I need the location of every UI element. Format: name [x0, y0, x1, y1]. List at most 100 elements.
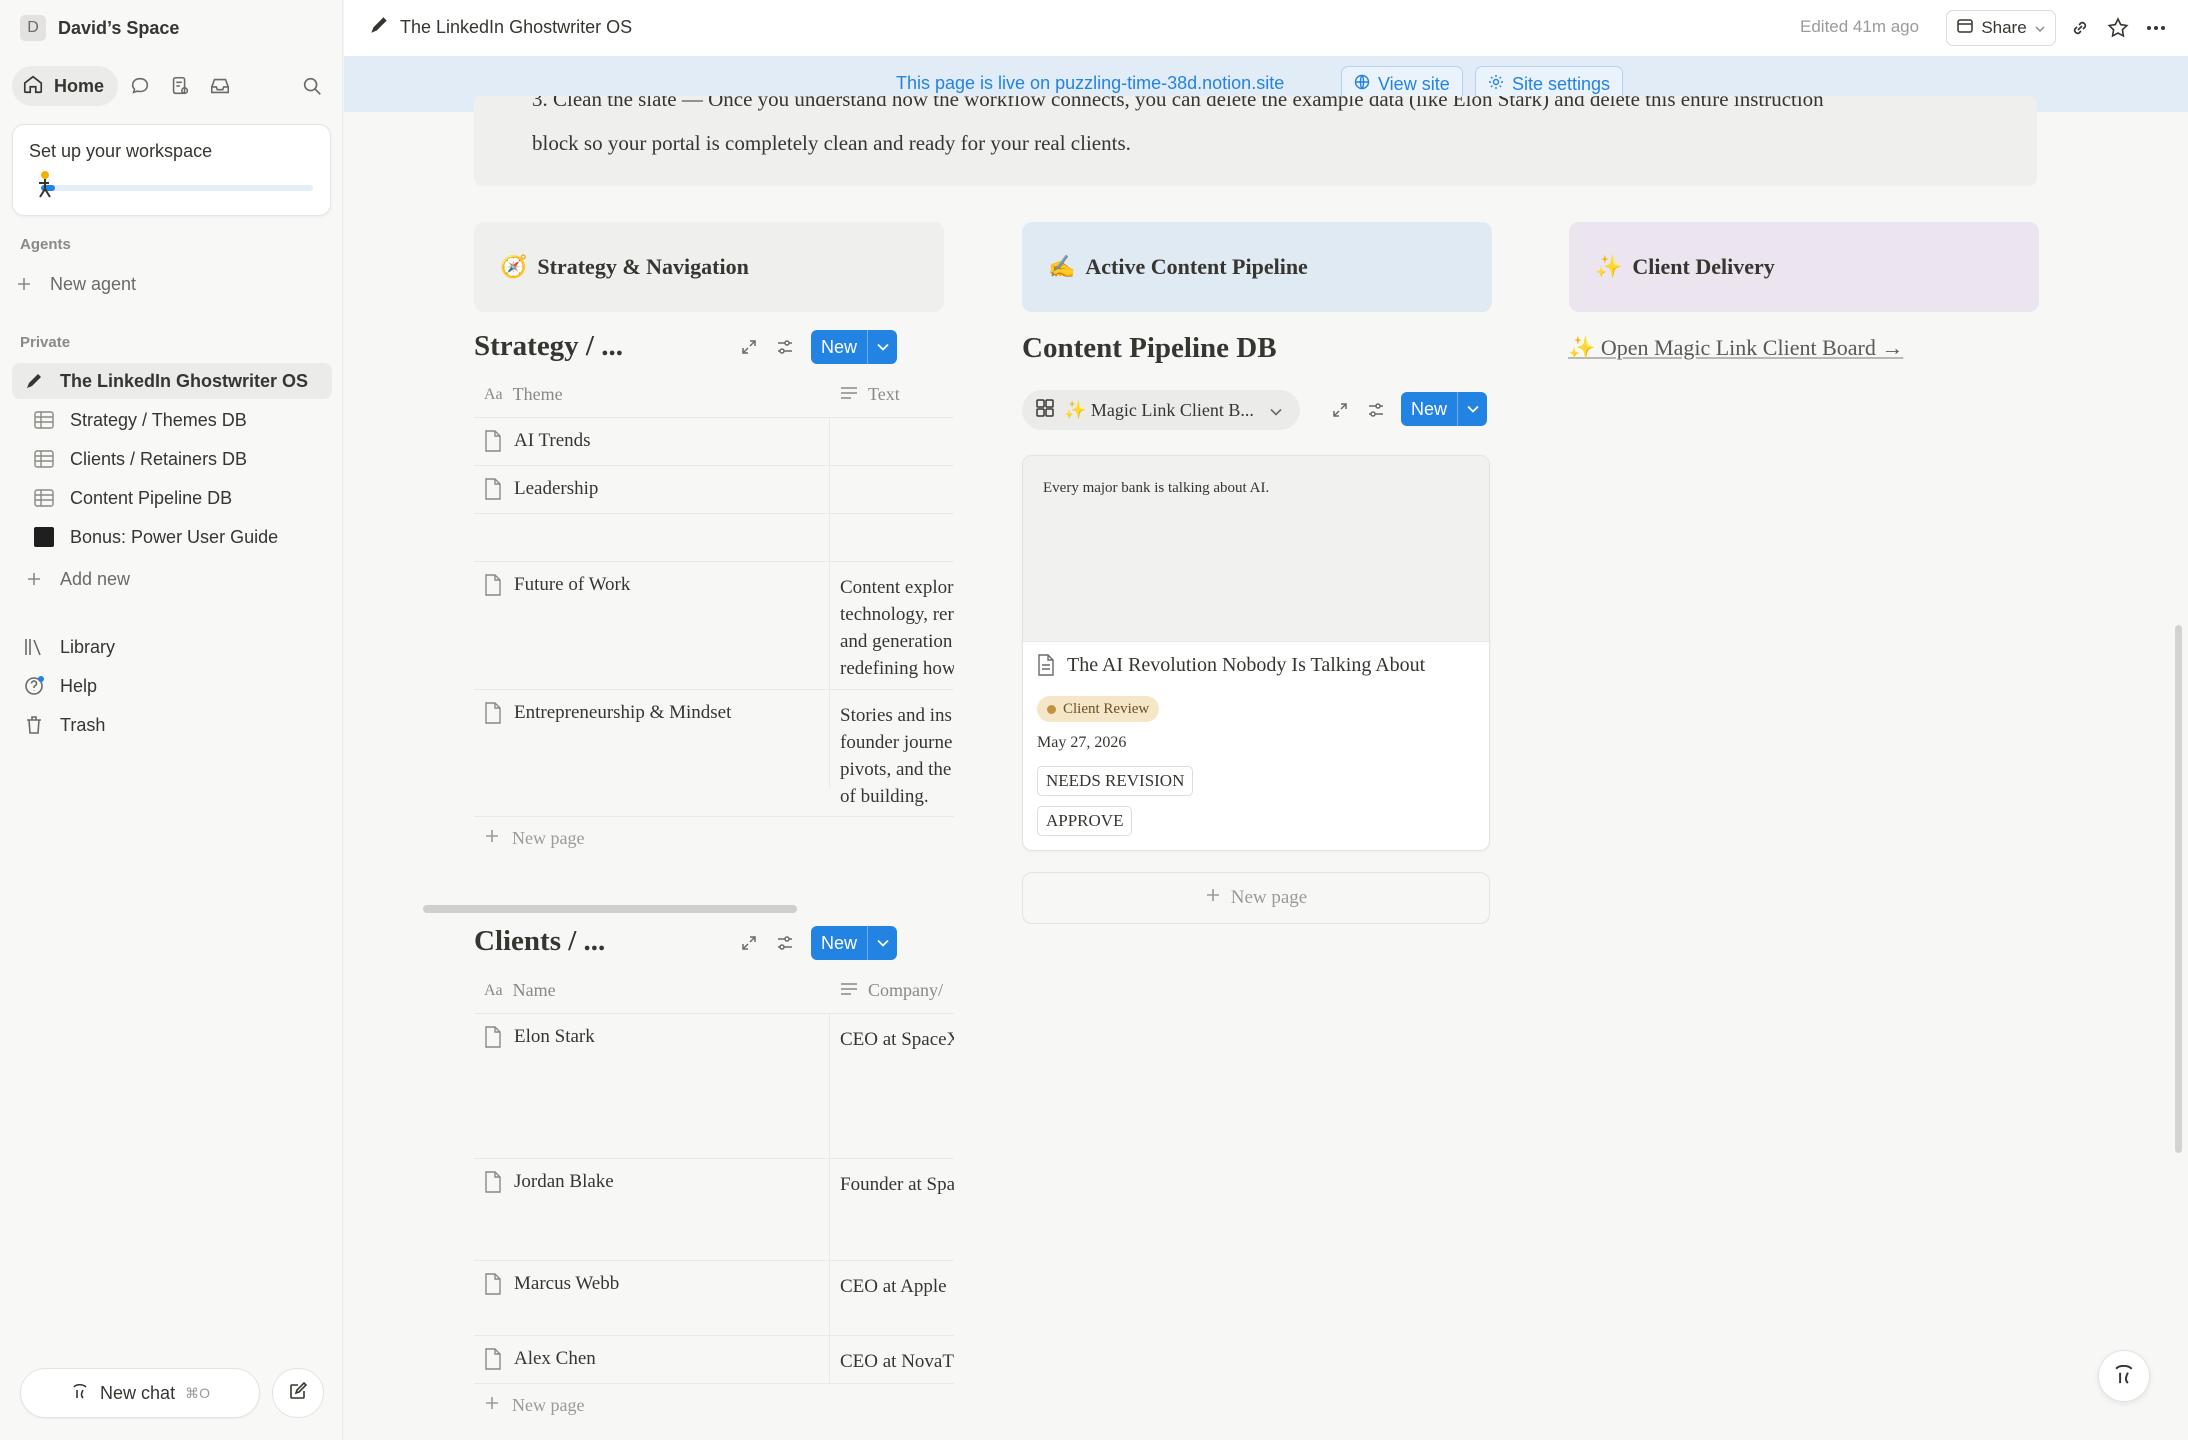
status-dot-icon [1047, 704, 1056, 714]
home-button[interactable]: Home [12, 66, 119, 106]
filter-settings-icon[interactable] [772, 930, 798, 956]
table-row[interactable]: Elon Stark CEO at SpaceX [474, 1014, 954, 1159]
meeting-notes-icon[interactable] [162, 68, 198, 104]
setup-title: Set up your workspace [29, 141, 213, 161]
star-icon[interactable] [2104, 14, 2132, 42]
site-settings-label: Site settings [1512, 73, 1611, 94]
strategy-new-button[interactable]: New [811, 330, 897, 364]
vertical-scrollbar[interactable] [2175, 625, 2182, 1153]
table-row[interactable]: Leadership [474, 466, 954, 514]
strategy-new-page-button[interactable]: New page [484, 828, 584, 849]
table-row[interactable]: AI Trends [474, 418, 954, 466]
clients-table: Aa Name Company/ Elon Stark CEO at Space… [474, 968, 954, 1440]
sidebar-item-power-user-guide[interactable]: Bonus: Power User Guide [12, 519, 332, 555]
needs-revision-button[interactable]: NEEDS REVISION [1037, 766, 1194, 796]
table-row[interactable]: Entrepreneurship & Mindset Stories and i… [474, 690, 954, 817]
strategy-db-title[interactable]: Strategy / ... [474, 330, 623, 363]
gallery-icon [1036, 398, 1054, 422]
expand-icon[interactable] [736, 334, 762, 360]
setup-progress-bar [41, 185, 313, 191]
home-label: Home [54, 75, 105, 96]
sidebar-item-strategy-db[interactable]: Strategy / Themes DB [12, 402, 332, 438]
clients-db-title[interactable]: Clients / ... [474, 925, 605, 958]
chevron-down-icon[interactable] [1458, 405, 1487, 413]
page-icon [484, 1171, 502, 1199]
chat-icon[interactable] [122, 68, 158, 104]
delivery-column-title: Client Delivery [1632, 254, 1775, 279]
add-new-button[interactable]: Add new [12, 561, 332, 597]
writing-hand-icon: ✍️ [1048, 254, 1076, 279]
search-icon[interactable] [294, 68, 330, 104]
chevron-down-icon [2035, 18, 2045, 38]
theme-column-header[interactable]: Aa Theme [484, 384, 563, 405]
view-site-label: View site [1378, 73, 1450, 94]
setup-workspace-card[interactable]: Set up your workspace [12, 124, 331, 216]
new-agent-button[interactable]: New agent [12, 266, 332, 302]
new-label: New [1401, 392, 1458, 426]
callout-line-2: block so your portal is completely clean… [532, 131, 1131, 155]
table-row[interactable]: Jordan Blake Founder at Spa [474, 1159, 954, 1261]
new-chat-button[interactable]: New chat ⌘O [20, 1368, 260, 1418]
pipeline-card[interactable]: Every major bank is talking about AI. Th… [1022, 455, 1490, 851]
horizontal-scrollbar[interactable] [423, 905, 797, 913]
strategy-table: Aa Theme Text AI Trends Leadership Futur… [474, 372, 954, 852]
top-bar: The LinkedIn Ghostwriter OS Edited 41m a… [344, 0, 2188, 56]
chevron-down-icon [1270, 400, 1282, 421]
clients-new-page-button[interactable]: New page [484, 1395, 584, 1416]
expand-icon[interactable] [1327, 397, 1353, 423]
plus-icon [12, 272, 36, 296]
row-company: CEO at NovaT [840, 1351, 954, 1372]
workspace-switcher[interactable]: D David’s Space [20, 14, 179, 42]
sidebar-top-nav: Home [12, 66, 330, 106]
add-new-label: Add new [60, 568, 131, 589]
filter-settings-icon[interactable] [772, 334, 798, 360]
sidebar-item-ghostwriter-os[interactable]: The LinkedIn Ghostwriter OS [12, 363, 332, 399]
sidebar-item-clients-db[interactable]: Clients / Retainers DB [12, 441, 332, 477]
sidebar-item-label: Strategy / Themes DB [70, 409, 247, 430]
share-button[interactable]: Share [1946, 10, 2056, 46]
chevron-down-icon[interactable] [868, 939, 897, 947]
filter-settings-icon[interactable] [1363, 397, 1389, 423]
ai-assistant-button[interactable] [2098, 1350, 2150, 1402]
page-title: The LinkedIn Ghostwriter OS [400, 17, 633, 37]
copy-link-icon[interactable] [2066, 14, 2094, 42]
workspace-avatar: D [20, 15, 46, 41]
pipeline-new-button[interactable]: New [1401, 392, 1487, 426]
pipeline-db-title[interactable]: Content Pipeline DB [1022, 332, 1277, 365]
callout-line-1: 3. Clean the slate — Once you understand… [532, 96, 1824, 111]
clients-new-button[interactable]: New [811, 926, 897, 960]
page-icon [484, 430, 502, 458]
approve-button[interactable]: APPROVE [1037, 806, 1133, 836]
sidebar-item-library[interactable]: Library [12, 629, 332, 665]
ai-face-icon [70, 1381, 90, 1406]
chevron-down-icon[interactable] [868, 343, 897, 351]
row-name: Leadership [484, 478, 598, 506]
sidebar-item-pipeline-db[interactable]: Content Pipeline DB [12, 480, 332, 516]
magic-link-board-link[interactable]: ✨ Open Magic Link Client Board → [1568, 335, 1903, 361]
sidebar-item-label: The LinkedIn Ghostwriter OS [60, 370, 309, 391]
page-icon [484, 702, 502, 730]
new-label: New [811, 926, 868, 960]
new-chat-label: New chat [100, 1382, 176, 1403]
pipeline-column-title: Active Content Pipeline [1085, 254, 1308, 279]
table-row[interactable] [474, 514, 954, 562]
table-row[interactable]: Marcus Webb CEO at Apple [474, 1261, 954, 1336]
table-row[interactable]: Alex Chen CEO at NovaT [474, 1336, 954, 1384]
sidebar-item-trash[interactable]: Trash [12, 707, 332, 743]
more-options-icon[interactable] [2142, 14, 2170, 42]
breadcrumb[interactable]: The LinkedIn Ghostwriter OS [368, 14, 632, 41]
instruction-callout: 3. Clean the slate — Once you understand… [474, 96, 2037, 186]
sidebar-item-help[interactable]: Help [12, 668, 332, 704]
name-column-header[interactable]: Aa Name [484, 980, 556, 1001]
table-header: Aa Theme Text [474, 372, 954, 418]
inbox-icon[interactable] [202, 68, 238, 104]
company-column-header[interactable]: Company/ [840, 980, 943, 1001]
table-row[interactable]: Future of Work Content explor technology… [474, 562, 954, 690]
board-view-selector[interactable]: ✨ Magic Link Client B... [1022, 390, 1300, 430]
new-chat-shortcut: ⌘O [185, 1384, 210, 1401]
pipeline-new-page-button[interactable]: New page [1022, 872, 1490, 924]
expand-icon[interactable] [736, 930, 762, 956]
text-column-header[interactable]: Text [840, 384, 900, 405]
compose-button[interactable] [272, 1368, 324, 1418]
page-icon [484, 478, 502, 506]
